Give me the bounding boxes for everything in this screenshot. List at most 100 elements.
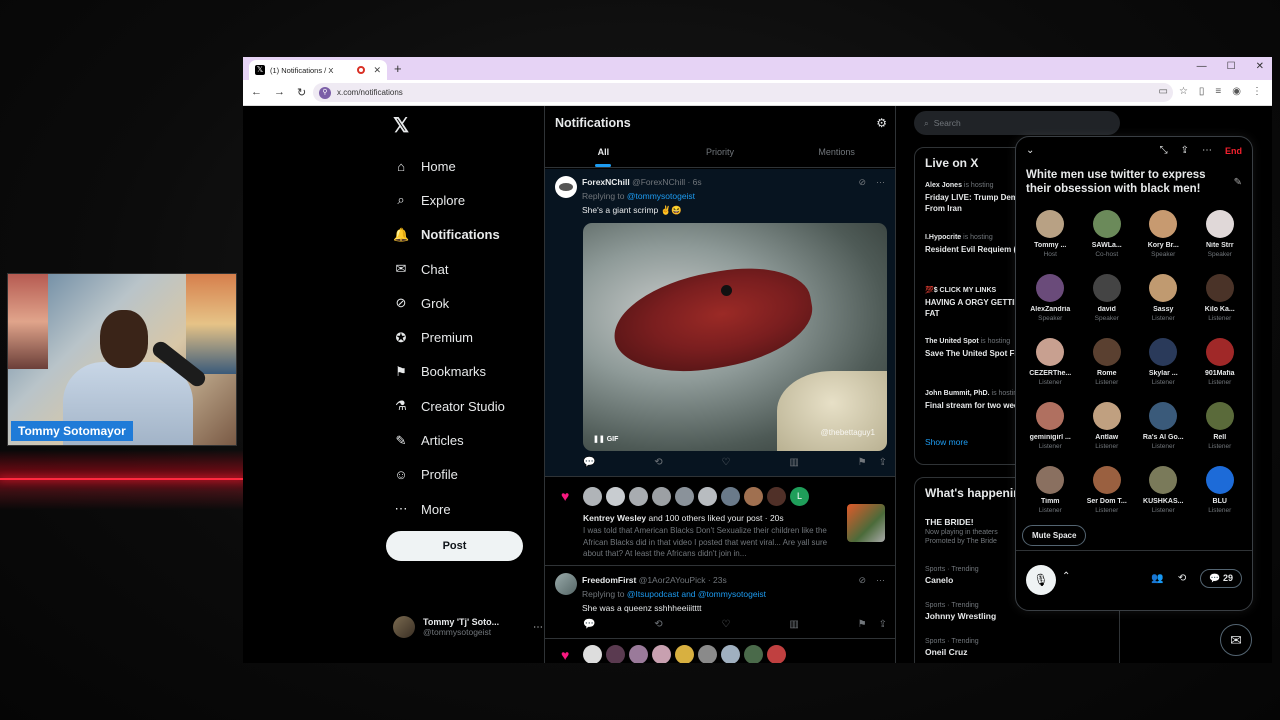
author-name[interactable]: ForexNChill [582,177,630,187]
reload-icon[interactable]: ↻ [297,86,306,99]
share-icon[interactable]: ⇪ [1181,145,1189,156]
nav-item-more[interactable]: ⋯ More [393,492,505,526]
share-icon[interactable]: ⇪ [879,619,887,630]
space-participant[interactable]: Skylar ... Listener [1135,338,1192,398]
liker-name[interactable]: Kentrey Wesley [583,513,646,523]
more-dots-icon[interactable]: ⋯ [876,575,885,586]
nav-item-bookmarks[interactable]: ⚑ Bookmarks [393,355,505,389]
more-dots-icon[interactable]: ⋯ [533,622,543,633]
nav-item-grok[interactable]: ⊘ Grok [393,286,505,320]
like-icon[interactable]: ♡ [722,457,731,468]
grok-icon[interactable]: ⊘ [858,177,866,188]
space-participant[interactable]: Ra's Al Go... Listener [1135,402,1192,462]
address-bar[interactable]: ⚲ x.com/notifications [313,83,1173,102]
tab-all[interactable]: All [545,141,662,167]
space-participant[interactable]: Nite Strr Speaker [1192,210,1249,270]
bookmark-icon[interactable]: ⚑ [858,457,867,468]
space-participant[interactable]: Kilo Ka... Listener [1192,274,1249,334]
space-participant[interactable]: CEZERThe... Listener [1022,338,1079,398]
menu-icon[interactable]: ⋮ [1252,86,1262,97]
star-icon[interactable]: ☆ [1179,86,1188,97]
avatar[interactable] [744,487,763,506]
end-space-button[interactable]: End [1225,146,1242,156]
space-participant[interactable]: Rell Listener [1192,402,1249,462]
minimize-space-icon[interactable]: ⤡ [1160,145,1168,156]
gear-icon[interactable]: ⚙ [876,116,887,130]
tab-mentions[interactable]: Mentions [778,141,895,167]
space-participant[interactable]: geminigirl ... Listener [1022,402,1079,462]
maximize-icon[interactable]: ☐ [1227,61,1236,72]
trend-item[interactable]: Sports · Trending Oneil Cruz [925,638,1111,657]
nav-item-notifications[interactable]: 🔔 Notifications [393,218,505,252]
mic-icon[interactable]: 🎙 [1026,565,1056,595]
space-participant[interactable]: Sassy Listener [1135,274,1192,334]
space-participant[interactable]: BLU Listener [1192,466,1249,526]
like-icon[interactable]: ♡ [722,619,731,630]
avatar[interactable] [652,645,671,663]
reply-icon[interactable]: 💬 [583,457,595,468]
views-icon[interactable]: ▥ [789,457,798,468]
avatar[interactable] [698,645,717,663]
forward-icon[interactable]: → [274,86,285,99]
space-participant[interactable]: Antlaw Listener [1079,402,1136,462]
views-icon[interactable]: ▥ [789,619,798,630]
reply-icon[interactable]: 💬 [583,619,595,630]
mention-link[interactable]: @Itsupodcast and @tommysotogeist [627,589,766,599]
avatar[interactable] [721,645,740,663]
close-tab-icon[interactable]: ✕ [373,65,381,76]
more-dots-icon[interactable]: ⋯ [876,177,885,188]
author-name[interactable]: FreedomFirst [582,575,636,585]
nav-item-creator-studio[interactable]: ⚗ Creator Studio [393,389,505,423]
avatar[interactable] [675,487,694,506]
avatar[interactable] [698,487,717,506]
avatar[interactable] [629,645,648,663]
avatar[interactable]: L [790,487,809,506]
avatar[interactable] [744,645,763,663]
space-participant[interactable]: SAWLa... Co-host [1079,210,1136,270]
edit-icon[interactable]: ✎ [1234,177,1242,188]
x-logo-icon[interactable]: 𝕏 [393,113,409,138]
space-participant[interactable]: KUSHKAS... Listener [1135,466,1192,526]
cast-icon[interactable]: ▭ [1158,86,1167,97]
browser-tab[interactable]: 𝕏 (1) Notifications / X ✕ [249,60,387,80]
notification-reply[interactable]: FreedomFirst @1Aor2AYouPick · 23s ⊘ ⋯ Rep… [545,567,895,639]
nav-item-chat[interactable]: ✉ Chat [393,252,505,286]
notification-likes[interactable]: ♥ L Kentrey Wesley and 100 others liked [545,478,895,566]
space-participant[interactable]: Kory Br... Speaker [1135,210,1192,270]
avatar[interactable] [721,487,740,506]
space-participant[interactable]: Ser Dom T... Listener [1079,466,1136,526]
avatar[interactable] [652,487,671,506]
space-participant[interactable]: Rome Listener [1079,338,1136,398]
grok-icon[interactable]: ⊘ [858,575,866,586]
space-participant[interactable]: david Speaker [1079,274,1136,334]
nav-item-articles[interactable]: ✎ Articles [393,423,505,457]
avatar[interactable] [675,645,694,663]
chevron-down-icon[interactable]: ⌄ [1026,145,1034,156]
media-icon[interactable]: ≡ [1215,86,1221,97]
notification-likes[interactable]: ♥ [545,641,895,663]
space-participant[interactable]: Timm Listener [1022,466,1079,526]
avatar[interactable] [583,645,602,663]
avatar[interactable] [767,487,786,506]
more-dots-icon[interactable]: ⋯ [1202,145,1212,156]
repost-icon[interactable]: ⟲ [654,619,662,630]
nav-item-profile[interactable]: ☺ Profile [393,458,505,492]
tab-priority[interactable]: Priority [662,141,779,167]
space-participant[interactable]: AlexZandria Speaker [1022,274,1079,334]
close-window-icon[interactable]: ✕ [1256,61,1264,72]
messages-fab-icon[interactable]: ✉ [1220,624,1252,656]
minimize-icon[interactable]: — [1197,61,1207,72]
people-icon[interactable]: 👥 [1151,573,1163,584]
post-button[interactable]: Post [386,531,523,561]
avatar[interactable] [606,487,625,506]
nav-item-explore[interactable]: ⌕ Explore [393,183,505,217]
mention-link[interactable]: @tommysotogeist [627,191,695,201]
profile-icon[interactable]: ◉ [1232,86,1241,97]
bookmark-icon[interactable]: ⚑ [858,619,867,630]
repost-icon[interactable]: ⟲ [1178,573,1186,584]
back-icon[interactable]: ← [251,86,262,99]
post-thumbnail[interactable] [847,504,885,542]
avatar[interactable] [583,487,602,506]
repost-icon[interactable]: ⟲ [654,457,662,468]
account-switcher[interactable]: Tommy 'Tj' Soto... @tommysotogeist ⋯ [393,616,543,638]
